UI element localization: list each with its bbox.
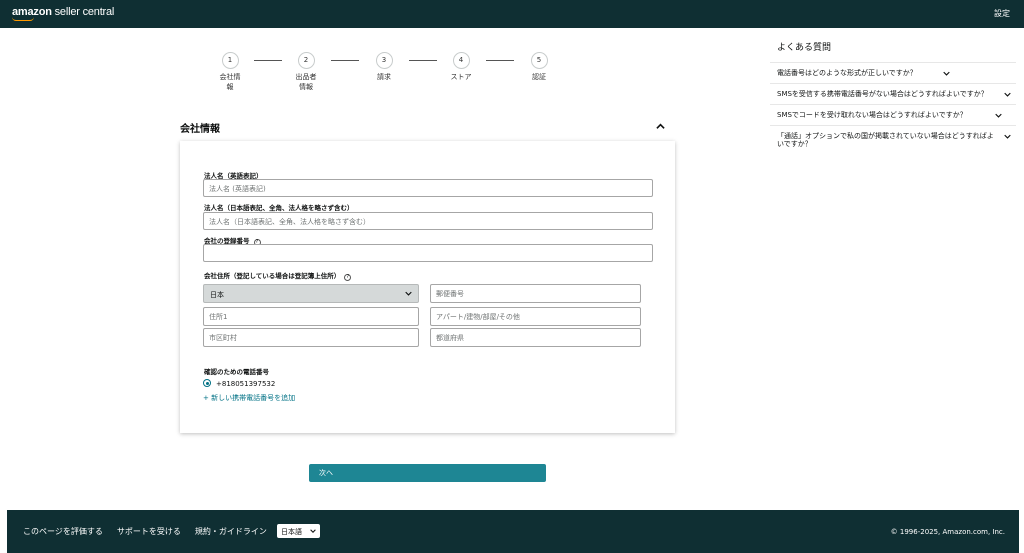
step-label: ストア	[450, 73, 472, 81]
faq-question: SMSを受信する携帯電話番号がない場合はどうすればよいですか？	[777, 90, 988, 98]
address-line2-input[interactable]: アパート/建物/部屋/その他	[430, 307, 641, 326]
next-button[interactable]: 次へ	[309, 464, 546, 482]
step-label: 請求	[377, 73, 391, 81]
step-number: 2	[297, 52, 315, 69]
help-icon[interactable]: ?	[344, 274, 352, 281]
chevron-down-icon	[310, 529, 316, 533]
step-2: 2 出品者 情報	[286, 52, 326, 92]
footer-links: このページを評価する サポートを受ける 規約・ガイドライン	[23, 526, 281, 537]
company-address-label: 会社住所（登記している場合は登記簿上住所）?	[204, 270, 352, 281]
step-4: 4 ストア	[441, 52, 481, 82]
policies-link[interactable]: 規約・ガイドライン	[195, 527, 267, 536]
step-label: 出品者 情報	[295, 73, 317, 91]
company-info-form: 法人名（英語表記） 法人名 (英語表記) 法人名（日本語表記、全角、法人格を略さ…	[180, 141, 675, 433]
chevron-down-icon	[1004, 92, 1011, 97]
legal-name-en-input[interactable]: 法人名 (英語表記)	[203, 179, 653, 197]
language-select[interactable]: 日本語	[277, 524, 320, 538]
prefecture-input[interactable]: 都道府県	[430, 328, 641, 347]
step-connector	[486, 60, 514, 61]
settings-link[interactable]: 設定	[994, 8, 1010, 19]
faq-item[interactable]: SMSを受信する携帯電話番号がない場合はどうすればよいですか？	[770, 83, 1016, 104]
step-number: 5	[530, 52, 548, 69]
support-link[interactable]: サポートを受ける	[117, 527, 181, 536]
step-connector	[254, 60, 282, 61]
registration-steps: 1 会社情 報 2 出品者 情報 3 請求 4 ストア 5 認証	[214, 52, 554, 96]
step-connector	[409, 60, 437, 61]
faq-question: 「通話」オプションで私の国が掲載されていない場合はどうすればよいですか？	[777, 132, 994, 148]
step-label: 認証	[532, 73, 546, 81]
chevron-down-icon	[943, 71, 950, 76]
country-select-value: 日本	[210, 291, 224, 299]
step-1: 1 会社情 報	[210, 52, 250, 92]
top-nav-bar: amazon seller central 設定	[0, 0, 1024, 28]
add-phone-link[interactable]: + 新しい携帯電話番号を追加	[203, 393, 295, 403]
company-info-section-header[interactable]: 会社情報	[180, 120, 675, 136]
registration-number-input[interactable]	[203, 244, 653, 262]
step-3: 3 請求	[364, 52, 404, 82]
copyright: © 1996-2025, Amazon.com, Inc.	[890, 528, 1005, 536]
phone-label: 確認のための電話番号	[204, 368, 269, 376]
city-input[interactable]: 市区町村	[203, 328, 419, 347]
step-connector	[331, 60, 359, 61]
faq-item[interactable]: SMSでコードを受け取れない場合はどうすればよいですか？	[770, 104, 1016, 125]
phone-radio[interactable]	[203, 379, 211, 387]
step-number: 4	[452, 52, 470, 69]
faq-question: SMSでコードを受け取れない場合はどうすればよいですか？	[777, 111, 967, 119]
chevron-down-icon	[405, 291, 412, 296]
step-number: 1	[221, 52, 239, 69]
faq-panel: よくある質問 電話番号はどのような形式が正しいですか？ SMSを受信する携帯電話…	[770, 40, 1016, 154]
legal-name-ja-label: 法人名（日本語表記、全角、法人格を略さず含む）	[204, 204, 354, 212]
footer: このページを評価する サポートを受ける 規約・ガイドライン 日本語 © 1996-2…	[7, 510, 1019, 553]
chevron-down-icon	[995, 113, 1002, 118]
address-line1-input[interactable]: 住所1	[203, 307, 419, 326]
step-number: 3	[375, 52, 393, 69]
legal-name-ja-input[interactable]: 法人名（日本語表記、全角、法人格を略さず含む）	[203, 212, 653, 230]
chevron-up-icon[interactable]	[656, 122, 665, 131]
chevron-down-icon	[1004, 134, 1011, 139]
section-title: 会社情報	[180, 124, 220, 135]
amazon-smile-icon	[12, 17, 34, 21]
faq-item[interactable]: 電話番号はどのような形式が正しいですか？	[770, 62, 1016, 83]
language-value: 日本語	[281, 528, 302, 536]
phone-number: +818051397532	[216, 380, 276, 388]
faq-item[interactable]: 「通話」オプションで私の国が掲載されていない場合はどうすればよいですか？	[770, 125, 1016, 154]
step-label: 会社情 報	[219, 73, 241, 91]
faq-question: 電話番号はどのような形式が正しいですか？	[777, 69, 917, 77]
postal-code-input[interactable]: 郵便番号	[430, 284, 641, 303]
faq-title: よくある質問	[777, 43, 832, 53]
rate-page-link[interactable]: このページを評価する	[23, 527, 103, 536]
country-select[interactable]: 日本	[203, 284, 419, 303]
step-5: 5 認証	[519, 52, 559, 82]
